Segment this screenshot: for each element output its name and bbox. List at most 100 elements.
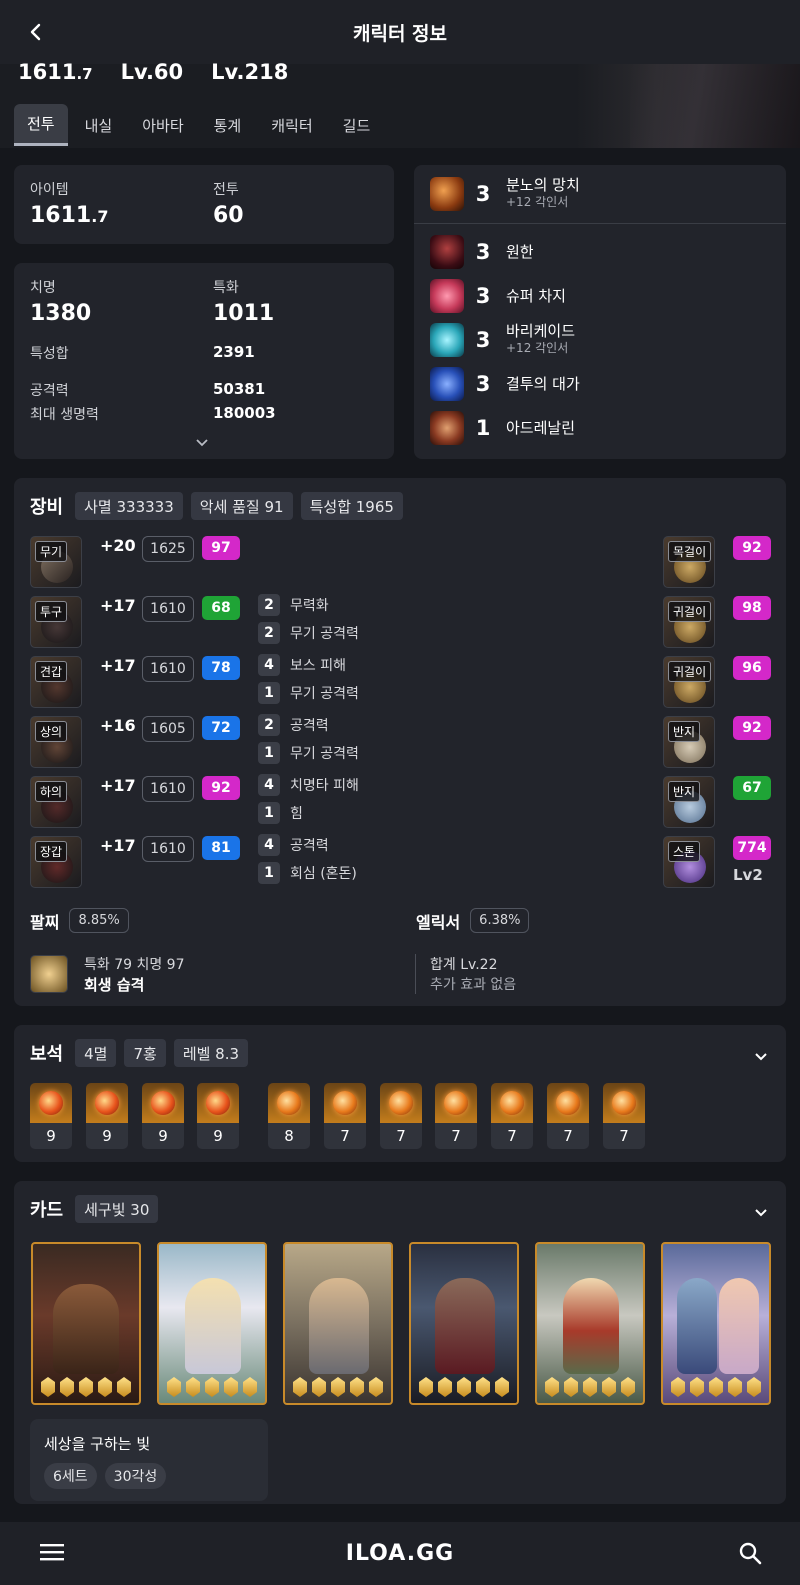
gloves-icon: 장갑 — [30, 836, 82, 888]
legend-card[interactable] — [661, 1242, 771, 1405]
equipment-row-gloves[interactable]: 장갑 +17 1610 81 — [30, 836, 240, 888]
elixir-percent: 6.38% — [470, 908, 530, 933]
engraving-row[interactable]: 3 원한 — [430, 235, 534, 269]
engraving-row[interactable]: 3 바리케이드 +12 각인서 — [430, 323, 575, 357]
equipment-row-pants[interactable]: 하의 +17 1610 92 — [30, 776, 240, 828]
gem-item[interactable]: 9 — [30, 1083, 72, 1149]
gem-item[interactable]: 9 — [142, 1083, 184, 1149]
engraving-row[interactable]: 1 아드레날린 — [430, 411, 575, 445]
back-icon[interactable] — [22, 18, 50, 46]
legend-card[interactable] — [31, 1242, 141, 1405]
equipment-card: 장비 사멸 333333 악세 품질 91 특성합 1965 무기 +20 16… — [14, 478, 786, 1006]
quality-badge: 92 — [733, 716, 771, 740]
attack-value: 50381 — [213, 380, 266, 398]
bracelet-icon[interactable] — [30, 955, 68, 993]
gem-item[interactable]: 7 — [380, 1083, 422, 1149]
tab-avatar[interactable]: 아바타 — [129, 104, 196, 146]
gem-icon — [500, 1091, 524, 1115]
card-portrait — [563, 1278, 619, 1374]
stone-level: Lv2 — [733, 866, 763, 884]
gem-icon — [612, 1091, 636, 1115]
equipment-row-chest[interactable]: 상의 +16 1605 72 — [30, 716, 240, 768]
tab-statistics[interactable]: 통계 — [201, 104, 255, 146]
gem-icon — [206, 1091, 230, 1115]
legend-card[interactable] — [535, 1242, 645, 1405]
accessory-earring[interactable]: 귀걸이 96 — [663, 656, 771, 708]
cards-title: 카드 — [30, 1200, 64, 1221]
armor-effect: 4 공격력 — [258, 834, 329, 856]
equipment-row-shoulder[interactable]: 견갑 +17 1610 78 — [30, 656, 240, 708]
summary-card: 아이템 1611.7 전투 60 — [14, 165, 394, 244]
accessory-stone[interactable]: 스톤 774 Lv2 — [663, 836, 771, 888]
crit-label: 치명 — [30, 280, 56, 296]
engraving-name: 결투의 대가 — [506, 374, 580, 393]
tab-character[interactable]: 캐릭터 — [258, 104, 325, 146]
gem-item[interactable]: 7 — [324, 1083, 366, 1149]
quality-badge: 67 — [733, 776, 771, 800]
card-set-box: 세상을 구하는 빛 6세트 30각성 — [30, 1419, 268, 1501]
armor-effect: 1 무기 공격력 — [258, 742, 359, 764]
chevron-down-icon[interactable] — [754, 1047, 768, 1066]
top-bar: 캐릭터 정보 — [0, 0, 800, 64]
legend-card[interactable] — [283, 1242, 393, 1405]
tab-guild[interactable]: 길드 — [330, 104, 384, 146]
stats-card: 치명 1380 특화 1011 특성합 2391 공격력 50381 최대 생명… — [14, 263, 394, 459]
equipment-row-helmet[interactable]: 투구 +17 1610 68 — [30, 596, 240, 648]
master-brawler-icon — [430, 367, 464, 401]
gem-icon — [444, 1091, 468, 1115]
quality-badge: 81 — [202, 836, 240, 860]
gems-card: 보석 4멸 7홍 레벨 8.3 9 9 9 9 8 7 7 7 7 7 7 — [14, 1025, 786, 1162]
elixir-total: 합계 Lv.22 — [430, 957, 498, 973]
weapon-icon: 무기 — [30, 536, 82, 588]
accessory-necklace[interactable]: 목걸이 92 — [663, 536, 771, 588]
gem-item[interactable]: 7 — [547, 1083, 589, 1149]
expand-chevron-icon[interactable] — [195, 433, 209, 452]
legend-card[interactable] — [409, 1242, 519, 1405]
legend-card[interactable] — [157, 1242, 267, 1405]
site-logo[interactable]: ILOA.GG — [346, 1541, 454, 1566]
card-portrait — [309, 1278, 369, 1374]
gem-item[interactable]: 9 — [197, 1083, 239, 1149]
gems-title: 보석 — [30, 1044, 64, 1065]
engraving-name: 원한 — [506, 242, 534, 261]
hero-combat-level: Lv.60 — [120, 60, 184, 84]
search-icon[interactable] — [738, 1541, 762, 1569]
item-level-value: 1611.7 — [30, 203, 109, 228]
chevron-down-icon[interactable] — [754, 1203, 768, 1222]
awakening-gems — [419, 1377, 509, 1397]
earring-icon: 귀걸이 — [663, 656, 715, 708]
gem-icon — [39, 1091, 63, 1115]
engraving-row[interactable]: 3 분노의 망치 +12 각인서 — [430, 177, 580, 211]
tab-combat[interactable]: 전투 — [14, 104, 68, 146]
gem-icon — [151, 1091, 175, 1115]
card-set-chip: 세구빛 30 — [75, 1195, 159, 1223]
menu-icon[interactable] — [40, 1542, 64, 1566]
hero-stats: 1611.7 Lv.60 Lv.218 — [18, 60, 288, 84]
engraving-row[interactable]: 3 결투의 대가 — [430, 367, 580, 401]
divider — [415, 954, 416, 994]
gem-icon — [95, 1091, 119, 1115]
gem-item[interactable]: 9 — [86, 1083, 128, 1149]
card-portrait — [677, 1278, 717, 1374]
gem-item[interactable]: 7 — [603, 1083, 645, 1149]
engraving-row[interactable]: 3 슈퍼 차지 — [430, 279, 566, 313]
gem-item[interactable]: 7 — [491, 1083, 533, 1149]
accessory-ring[interactable]: 반지 67 — [663, 776, 771, 828]
bottom-bar: ILOA.GG — [0, 1522, 800, 1585]
gem-item[interactable]: 8 — [268, 1083, 310, 1149]
accessory-earring[interactable]: 귀걸이 98 — [663, 596, 771, 648]
accessory-ring[interactable]: 반지 92 — [663, 716, 771, 768]
shoulder-icon: 견갑 — [30, 656, 82, 708]
armor-effect: 1 회심 (혼돈) — [258, 862, 357, 884]
gem-chip: 4멸 — [75, 1039, 117, 1067]
armor-effect: 2 공격력 — [258, 714, 329, 736]
gem-item[interactable]: 7 — [435, 1083, 477, 1149]
quality-badge: 92 — [733, 536, 771, 560]
tab-internal[interactable]: 내실 — [72, 104, 126, 146]
gem-icon — [333, 1091, 357, 1115]
equipment-row-weapon[interactable]: 무기 +20 1625 97 — [30, 536, 240, 588]
hero-expedition-level: Lv.218 — [211, 60, 289, 84]
gem-chip: 7홍 — [124, 1039, 166, 1067]
quality-badge: 68 — [202, 596, 240, 620]
bracelet-effects: 회생 습격 — [84, 976, 145, 994]
